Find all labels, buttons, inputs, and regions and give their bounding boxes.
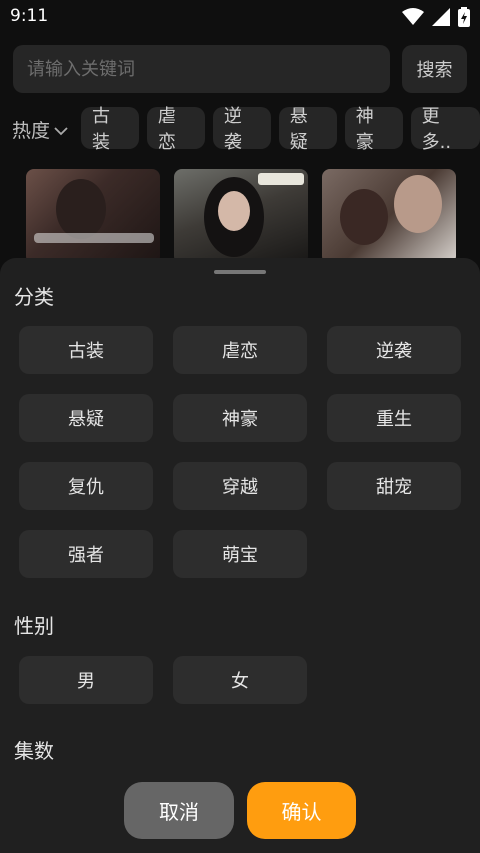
status-bar: 9:11 (0, 0, 480, 34)
gender-option-female[interactable]: 女 (173, 656, 307, 704)
battery-charging-icon (458, 7, 470, 27)
confirm-button[interactable]: 确认 (247, 782, 356, 839)
filter-chip-nuelian[interactable]: 虐恋 (146, 106, 205, 153)
category-option-guzhuang[interactable]: 古装 (19, 326, 153, 374)
category-option-chuanyue[interactable]: 穿越 (173, 462, 307, 510)
category-option-chongsheng[interactable]: 重生 (327, 394, 461, 442)
drama-thumb-1[interactable] (26, 169, 160, 264)
cancel-button[interactable]: 取消 (124, 782, 234, 839)
filter-chips: 古装 虐恋 逆袭 悬疑 神豪 更多.. (81, 106, 480, 153)
search-button[interactable]: 搜索 (402, 45, 467, 93)
wifi-icon (402, 8, 424, 26)
category-option-tianchong[interactable]: 甜宠 (327, 462, 461, 510)
category-option-shenhao[interactable]: 神豪 (173, 394, 307, 442)
filter-chip-nixi[interactable]: 逆袭 (212, 106, 271, 153)
status-time: 9:11 (10, 6, 49, 26)
gender-option-male[interactable]: 男 (19, 656, 153, 704)
sort-label: 热度 (12, 120, 51, 142)
filter-chip-xuanyi[interactable]: 悬疑 (278, 106, 337, 153)
search-input[interactable] (13, 45, 390, 93)
filter-chip-guzhuang[interactable]: 古装 (81, 106, 139, 153)
status-icons (402, 7, 470, 27)
category-section-title: 分类 (14, 285, 54, 309)
sort-select[interactable]: 热度 (12, 116, 68, 143)
category-option-xuanyi[interactable]: 悬疑 (19, 394, 153, 442)
signal-icon (432, 8, 450, 26)
drama-thumb-3[interactable] (322, 169, 456, 264)
filter-chip-more[interactable]: 更多.. (410, 106, 480, 153)
category-option-nixi[interactable]: 逆袭 (327, 326, 461, 374)
category-option-qiangzhe[interactable]: 强者 (19, 530, 153, 578)
sheet-drag-handle[interactable] (214, 270, 266, 274)
category-option-fuchou[interactable]: 复仇 (19, 462, 153, 510)
filter-chip-shenhao[interactable]: 神豪 (344, 106, 403, 153)
category-option-mengbao[interactable]: 萌宝 (173, 530, 307, 578)
category-option-nuelian[interactable]: 虐恋 (173, 326, 307, 374)
drama-thumb-2[interactable] (174, 169, 308, 264)
episodes-section-title: 集数 (14, 739, 54, 763)
gender-section-title: 性别 (14, 614, 54, 638)
thumbnail-row (26, 169, 456, 264)
chevron-down-icon (54, 119, 68, 141)
